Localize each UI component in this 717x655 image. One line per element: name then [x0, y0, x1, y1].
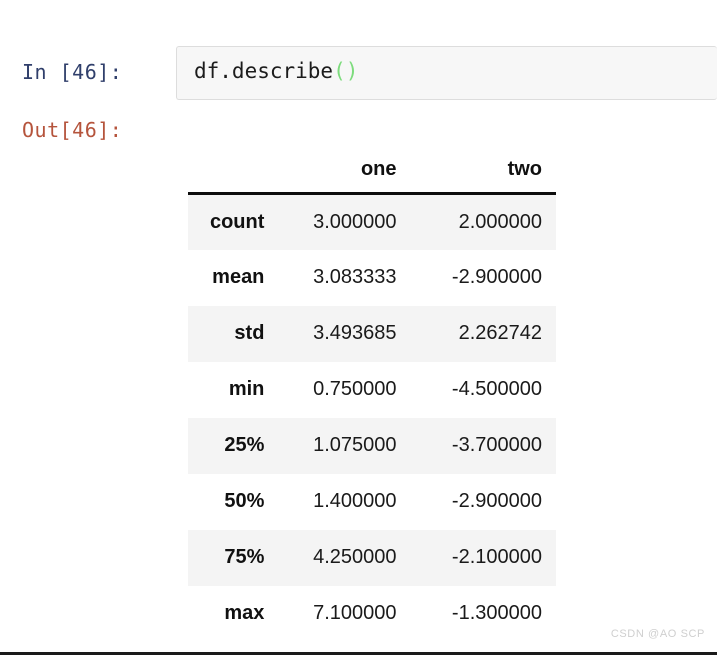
cell-75pct-one: 4.250000: [313, 546, 397, 568]
column-header-one: one: [266, 148, 411, 195]
row-label-max: max: [224, 602, 265, 624]
table-row: 25% 1.075000 -3.700000: [188, 417, 556, 474]
table-row: mean 3.083333 -2.900000: [188, 250, 556, 306]
table-row: max 7.100000 -1.300000: [188, 586, 556, 642]
cell-min-one: 0.750000: [313, 378, 397, 400]
row-label-min: min: [228, 378, 265, 400]
code-parentheses: (): [333, 59, 359, 83]
code-input-cell[interactable]: df.describe(): [176, 46, 717, 100]
code-expression: df.describe: [194, 59, 334, 83]
code-text: df.describe(): [194, 59, 358, 83]
table-corner-header: [188, 148, 267, 195]
table-row: 50% 1.400000 -2.900000: [188, 474, 556, 530]
out-prompt-label: Out[46]:: [22, 118, 123, 142]
column-header-two: two: [410, 148, 556, 195]
cell-50pct-one: 1.400000: [313, 490, 397, 512]
table-row: 75% 4.250000 -2.100000: [188, 529, 556, 586]
row-label-std: std: [234, 322, 265, 344]
cell-std-two: 2.262742: [458, 322, 542, 344]
table-header-row: one two: [188, 148, 556, 195]
cell-25pct-two: -3.700000: [451, 434, 542, 456]
cell-count-one: 3.000000: [313, 210, 397, 233]
table-header: one two: [188, 148, 556, 195]
input-cell-row: In [46]: df.describe(): [0, 46, 717, 104]
table-row: std 3.493685 2.262742: [188, 305, 556, 362]
cell-max-two: -1.300000: [451, 602, 542, 624]
cell-75pct-two: -2.100000: [451, 546, 542, 568]
row-label-25pct: 25%: [224, 434, 265, 456]
cell-min-two: -4.500000: [451, 378, 542, 400]
cell-mean-one: 3.083333: [313, 266, 397, 288]
in-prompt-label: In [46]:: [22, 60, 123, 84]
cell-std-one: 3.493685: [313, 322, 397, 344]
row-label-count: count: [209, 210, 265, 233]
dataframe-output-table: one two count 3.000000 2.000000 mean 3.0…: [188, 148, 556, 642]
table-row: count 3.000000 2.000000: [188, 193, 556, 250]
table-body: count 3.000000 2.000000 mean 3.083333 -2…: [188, 193, 556, 642]
cell-max-one: 7.100000: [313, 602, 397, 624]
row-label-mean: mean: [212, 266, 265, 288]
cell-50pct-two: -2.900000: [451, 490, 542, 512]
row-label-50pct: 50%: [224, 490, 265, 512]
table-row: min 0.750000 -4.500000: [188, 362, 556, 418]
row-label-75pct: 75%: [224, 546, 265, 568]
cell-mean-two: -2.900000: [451, 266, 542, 288]
watermark-label: CSDN @AO SCP: [610, 628, 705, 640]
cell-count-two: 2.000000: [458, 210, 542, 233]
cell-25pct-one: 1.075000: [313, 434, 397, 456]
